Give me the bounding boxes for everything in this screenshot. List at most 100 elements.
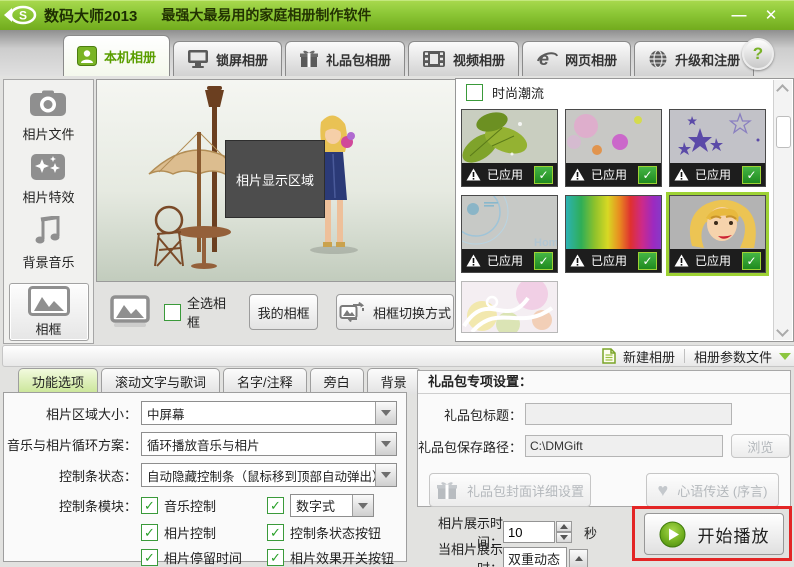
tab-upgrade-register[interactable]: 升级和注册 [634,41,754,76]
music-control-label: 音乐控制 [164,496,216,515]
scroll-down-button[interactable] [775,324,790,340]
gift-title-input[interactable] [525,403,732,425]
sidebar-item-photo-files[interactable]: 相片文件 [22,90,74,143]
tab-lockscreen-album[interactable]: 锁屏相册 [173,41,282,76]
tab-web-album[interactable]: e 网页相册 [522,41,631,76]
help-button[interactable]: ? [742,38,774,70]
browser-e-icon: e [536,49,558,69]
photo-area-size-select[interactable]: 中屏幕 [141,401,397,425]
spinner-up-button[interactable] [556,521,572,532]
toolbar-separator [684,349,685,363]
dropdown-button[interactable] [375,433,396,455]
app-title: 数码大师2013 [44,5,137,26]
select-all-frames-label: 全选相框 [187,293,235,331]
warning-icon [466,254,481,267]
monitor-icon [187,49,209,69]
warning-icon [674,254,689,267]
tab-video-album[interactable]: 视频相册 [408,41,519,76]
dropdown-button[interactable] [375,402,396,424]
select-all-frames-checkbox[interactable] [164,304,181,321]
sparkles-icon [29,153,67,181]
applied-checkbox[interactable] [534,252,553,270]
close-button[interactable]: ✕ [758,5,784,25]
play-icon [659,521,686,548]
applied-checkbox[interactable] [638,252,657,270]
options-tab-background[interactable]: 背景 [367,368,421,394]
options-tab-name-notes[interactable]: 名字/注释 [223,368,307,394]
scrollbar-thumb[interactable] [776,116,791,148]
svg-text:e: e [539,49,549,69]
photo-control-checkbox[interactable] [141,524,158,541]
globe-icon [648,49,668,69]
frame-thumbnail-blonde-girl[interactable]: 已应用 [669,195,766,273]
camera-icon [28,90,68,118]
sidebar-item-photo-effects[interactable]: 相片特效 [22,153,74,206]
control-state-button-checkbox[interactable] [267,524,284,541]
film-icon [422,50,446,68]
svg-text:S: S [19,9,27,23]
frames-panel: 时尚潮流 已应用 [455,78,794,342]
frame-switch-mode-button[interactable]: 相框切换方式 [336,294,454,330]
minimize-button[interactable]: — [726,5,752,25]
control-bar-state-label: 控制条状态： [4,466,137,485]
frames-scrollbar[interactable] [773,80,792,340]
heart-message-label: 心语传送 (序言) [677,481,767,500]
photo-area-size-label: 相片区域大小： [4,404,137,423]
frame-thumbnail-color-blobs[interactable]: 已应用 [565,109,662,187]
tab-giftpack-album[interactable]: 礼品包相册 [285,41,405,76]
photo-effect-switch-checkbox[interactable] [267,549,284,566]
display-mode-value[interactable]: 双重动态 [503,547,567,567]
gift-settings-header: 礼品包专项设置： [418,371,790,394]
options-tab-narration[interactable]: 旁白 [310,368,364,394]
photo-control-label: 相片控制 [164,523,216,542]
music-control-checkbox[interactable] [141,497,158,514]
applied-checkbox[interactable] [742,252,761,270]
photo-dwell-time-checkbox[interactable] [141,549,158,566]
start-playback-button[interactable]: 开始播放 [644,513,784,555]
gift-path-input[interactable] [525,435,723,457]
options-tab-scrolling-text[interactable]: 滚动文字与歌词 [101,368,220,394]
app-subtitle: 最强大最易用的家庭相册制作软件 [161,5,371,25]
options-panel: 相片区域大小： 中屏幕 音乐与相片循环方案： 循环播放音乐与相片 控制条状态： … [3,392,407,562]
options-tab-function[interactable]: 功能选项 [18,368,98,394]
my-frames-button[interactable]: 我的相框 [249,294,318,330]
heart-message-button[interactable]: ♥ 心语传送 (序言) [646,473,779,507]
new-album-button[interactable]: 新建相册 [602,347,675,366]
control-bar-state-select[interactable]: 自动隐藏控制条（鼠标移到顶部自动弹出） [141,463,397,487]
music-photo-loop-select[interactable]: 循环播放音乐与相片 [141,432,397,456]
sidebar-item-label: 相框 [35,319,61,338]
frame-thumbnail-blue-circles[interactable]: Home 已应用 [461,195,558,273]
thumbnail-image [669,195,766,249]
sidebar-item-label: 背景音乐 [22,252,74,271]
applied-checkbox[interactable] [534,166,553,184]
frame-thumbnail-green-leaves[interactable]: 已应用 [461,109,558,187]
frame-thumbnail-purple-stars[interactable]: 已应用 [669,109,766,187]
applied-label: 已应用 [487,166,528,183]
app-logo-icon: S [0,3,40,27]
scroll-up-button[interactable] [775,80,790,96]
tab-label: 视频相册 [453,50,505,69]
frame-thumbnail-rainbow-stripes[interactable]: 已应用 [565,195,662,273]
gift-icon [299,49,319,69]
picture-frame-icon [28,286,70,316]
thumbnail-image [669,109,766,163]
dropdown-button[interactable] [352,495,373,516]
photo-dwell-time-label: 相片停留时间 [164,548,242,567]
applied-checkbox[interactable] [638,166,657,184]
sidebar-item-frames[interactable]: 相框 [9,283,89,341]
browse-button[interactable]: 浏览 [731,434,790,458]
gift-cover-settings-button[interactable]: 礼品包封面详细设置 [429,473,591,507]
album-params-button[interactable]: 相册参数文件 [694,347,791,366]
thumbnail-image [461,281,558,333]
category-checkbox[interactable] [466,84,483,101]
dropdown-button[interactable] [375,464,396,486]
tab-local-album[interactable]: 本机相册 [63,35,170,76]
digital-style-select[interactable]: 数字式 [290,494,374,517]
applied-checkbox[interactable] [742,166,761,184]
frame-thumbnail-pastel-swirl[interactable] [461,281,558,333]
sidebar-item-background-music[interactable]: 背景音乐 [22,216,74,271]
photo-preview-area: 相片显示区域 [96,79,456,282]
sidebar: 相片文件 相片特效 背景音乐 [3,79,94,344]
display-mode-up-button[interactable] [569,549,588,567]
digital-checkbox[interactable] [267,497,284,514]
